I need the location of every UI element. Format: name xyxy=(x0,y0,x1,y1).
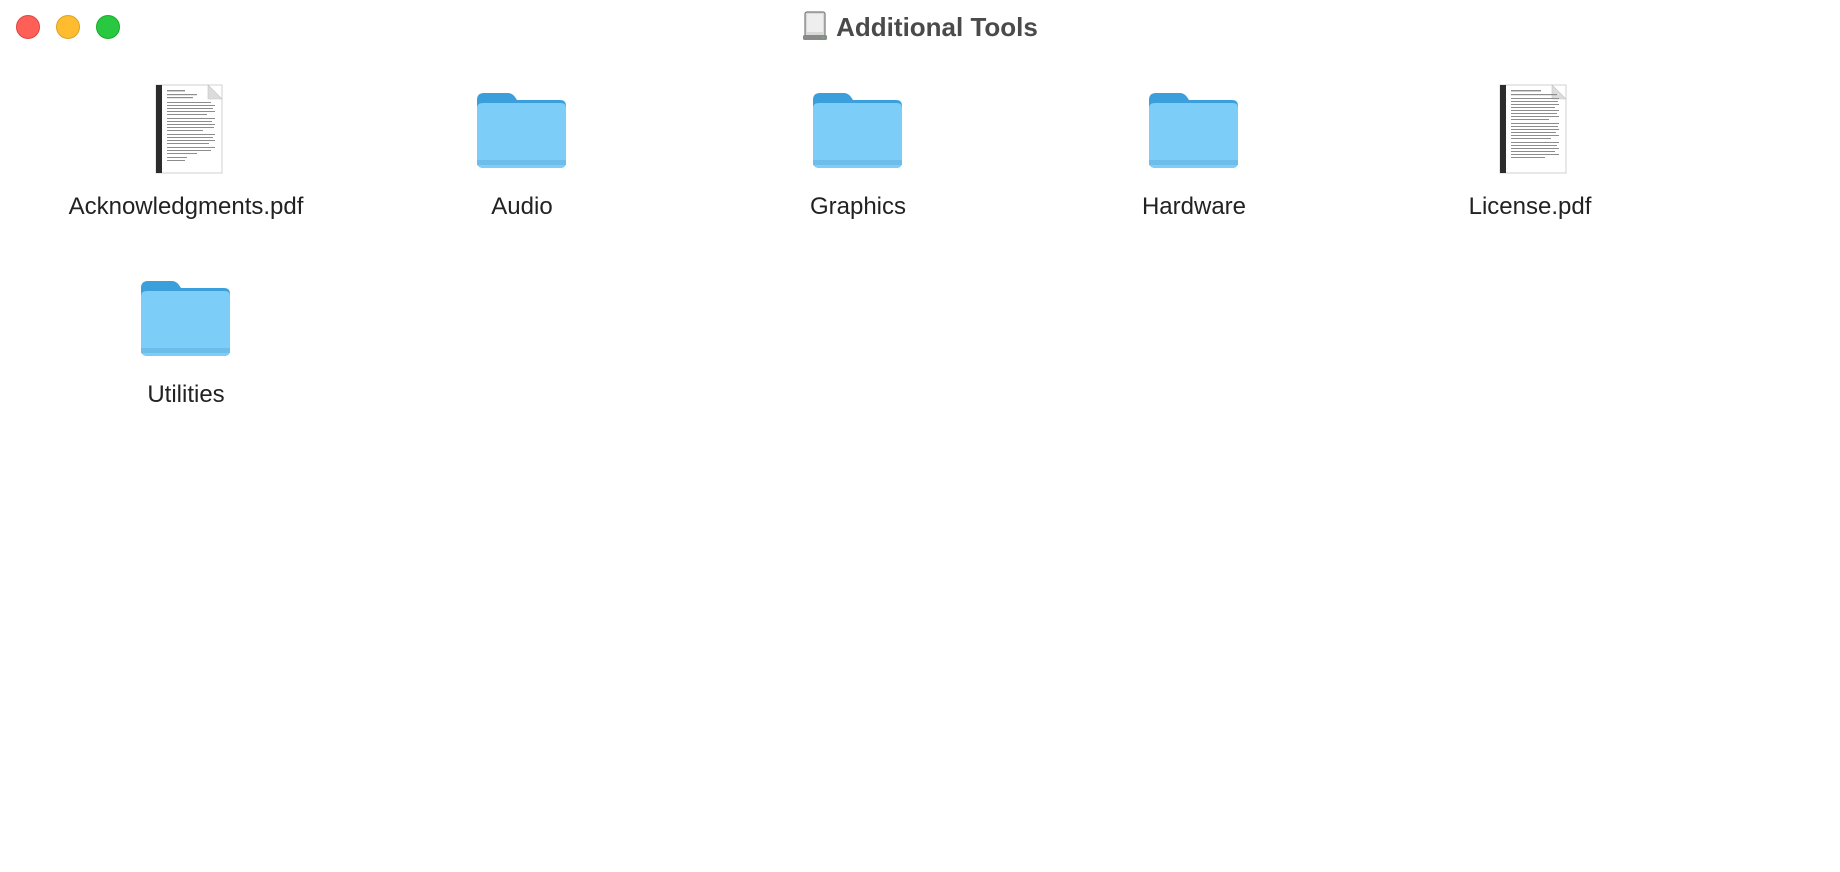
folder-item-utilities[interactable]: Utilities xyxy=(36,270,336,410)
folder-item-label: Hardware xyxy=(1141,193,1247,220)
folder-icon xyxy=(1149,93,1238,168)
folder-icon xyxy=(813,93,902,168)
window-title: Additional Tools xyxy=(0,10,1840,44)
file-item-license[interactable]: License.pdf xyxy=(1380,82,1680,222)
title-bar[interactable]: Additional Tools xyxy=(0,0,1840,54)
folder-item-label: Utilities xyxy=(147,381,225,408)
disk-image-icon xyxy=(803,11,828,40)
folder-item-graphics[interactable]: Graphics xyxy=(708,82,1008,222)
file-item-label: Acknowledgments.pdf xyxy=(68,193,304,220)
pdf-document-icon xyxy=(1499,84,1567,174)
folder-item-label: Audio xyxy=(491,193,553,220)
pdf-document-icon xyxy=(155,84,223,174)
folder-item-audio[interactable]: Audio xyxy=(372,82,672,222)
folder-icon xyxy=(141,281,230,356)
folder-item-hardware[interactable]: Hardware xyxy=(1044,82,1344,222)
window-title-text: Additional Tools xyxy=(836,12,1038,42)
folder-icon xyxy=(477,93,566,168)
finder-window: Additional Tools Acknowledgments.pdf Aud… xyxy=(0,0,1840,872)
folder-item-label: Graphics xyxy=(809,193,907,220)
file-item-acknowledgments[interactable]: Acknowledgments.pdf xyxy=(36,82,336,222)
file-item-label: License.pdf xyxy=(1468,193,1592,220)
